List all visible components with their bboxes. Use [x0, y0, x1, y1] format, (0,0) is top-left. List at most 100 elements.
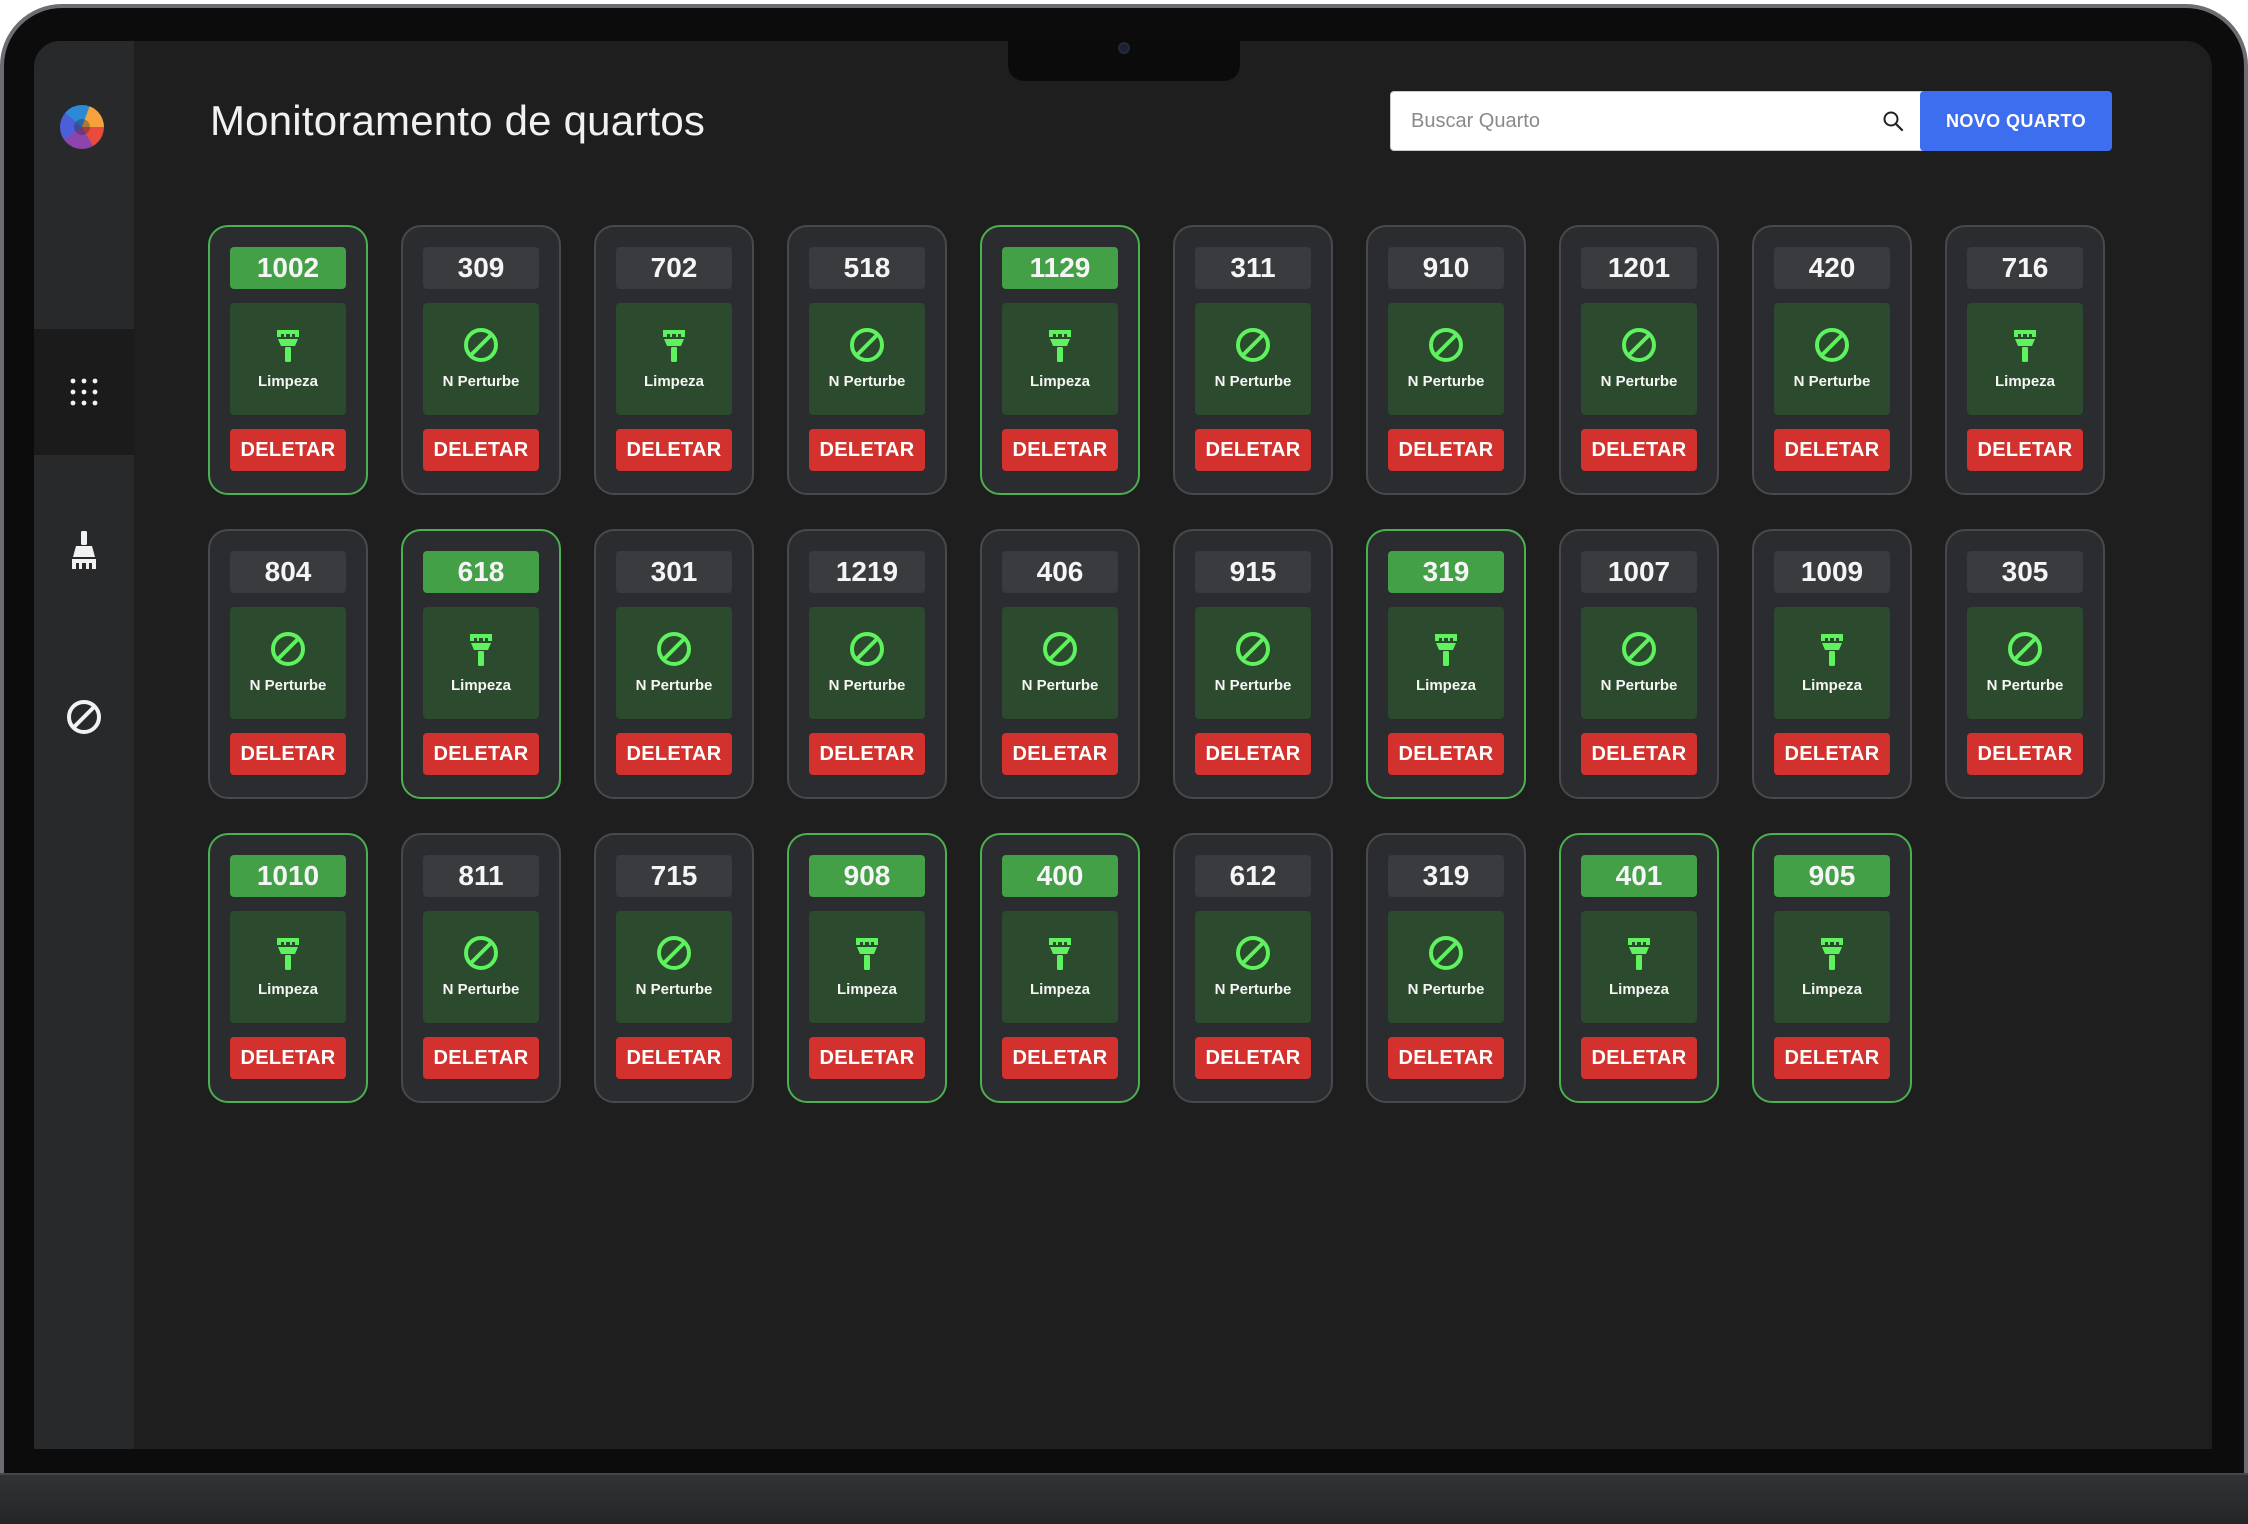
delete-button[interactable]: DELETAR: [809, 1037, 925, 1079]
room-number: 1009: [1774, 551, 1890, 593]
room-card[interactable]: 400 Limpeza DELETAR: [980, 833, 1140, 1103]
room-card[interactable]: 612 N Perturbe DELETAR: [1173, 833, 1333, 1103]
delete-button[interactable]: DELETAR: [230, 429, 346, 471]
room-number: 905: [1774, 855, 1890, 897]
delete-button[interactable]: DELETAR: [1967, 429, 2083, 471]
room-status: Limpeza: [1581, 911, 1697, 1023]
room-number: 401: [1581, 855, 1697, 897]
do-not-disturb-icon: [464, 328, 498, 362]
room-number: 420: [1774, 247, 1890, 289]
delete-button[interactable]: DELETAR: [423, 733, 539, 775]
room-card[interactable]: 305 N Perturbe DELETAR: [1945, 529, 2105, 799]
app-screen: Monitoramento de quartos NOVO QUARTO 100…: [34, 41, 2212, 1449]
status-label: N Perturbe: [828, 373, 906, 390]
search-input[interactable]: [1391, 92, 1861, 150]
room-card[interactable]: 804 N Perturbe DELETAR: [208, 529, 368, 799]
status-label: N Perturbe: [1214, 373, 1292, 390]
delete-button[interactable]: DELETAR: [1195, 1037, 1311, 1079]
room-number: 518: [809, 247, 925, 289]
do-not-disturb-icon: [464, 936, 498, 970]
sidebar-item-rooms[interactable]: [34, 329, 134, 455]
status-label: Limpeza: [1029, 373, 1090, 390]
room-card[interactable]: 702 Limpeza DELETAR: [594, 225, 754, 495]
room-card[interactable]: 301 N Perturbe DELETAR: [594, 529, 754, 799]
page-title: Monitoramento de quartos: [210, 97, 706, 144]
broom-icon: [1049, 938, 1071, 970]
room-card[interactable]: 1010 Limpeza DELETAR: [208, 833, 368, 1103]
do-not-disturb-icon: [850, 328, 884, 362]
room-card[interactable]: 1009 Limpeza DELETAR: [1752, 529, 1912, 799]
broom-icon: [1821, 634, 1843, 666]
room-card[interactable]: 716 Limpeza DELETAR: [1945, 225, 2105, 495]
room-card[interactable]: 1002 Limpeza DELETAR: [208, 225, 368, 495]
delete-button[interactable]: DELETAR: [1002, 733, 1118, 775]
delete-button[interactable]: DELETAR: [1774, 429, 1890, 471]
room-card[interactable]: 1129 Limpeza DELETAR: [980, 225, 1140, 495]
status-label: Limpeza: [836, 981, 897, 998]
broom-icon: [2014, 330, 2036, 362]
delete-button[interactable]: DELETAR: [1967, 733, 2083, 775]
delete-button[interactable]: DELETAR: [423, 429, 539, 471]
delete-button[interactable]: DELETAR: [1774, 733, 1890, 775]
delete-button[interactable]: DELETAR: [1195, 429, 1311, 471]
room-number: 309: [423, 247, 539, 289]
delete-button[interactable]: DELETAR: [616, 733, 732, 775]
room-card[interactable]: 1007 N Perturbe DELETAR: [1559, 529, 1719, 799]
room-card[interactable]: 1201 N Perturbe DELETAR: [1559, 225, 1719, 495]
room-card[interactable]: 406 N Perturbe DELETAR: [980, 529, 1140, 799]
sidebar-item-dnd[interactable]: [34, 677, 134, 757]
delete-button[interactable]: DELETAR: [1388, 733, 1504, 775]
room-card[interactable]: 311 N Perturbe DELETAR: [1173, 225, 1333, 495]
room-card[interactable]: 811 N Perturbe DELETAR: [401, 833, 561, 1103]
status-label: Limpeza: [643, 373, 704, 390]
delete-button[interactable]: DELETAR: [809, 429, 925, 471]
status-label: N Perturbe: [442, 981, 520, 998]
room-card[interactable]: 1219 N Perturbe DELETAR: [787, 529, 947, 799]
search-icon[interactable]: [1881, 109, 1905, 133]
status-label: Limpeza: [1994, 373, 2055, 390]
delete-button[interactable]: DELETAR: [1002, 429, 1118, 471]
delete-button[interactable]: DELETAR: [1581, 733, 1697, 775]
delete-button[interactable]: DELETAR: [1388, 1037, 1504, 1079]
room-status: N Perturbe: [1967, 607, 2083, 719]
room-card[interactable]: 915 N Perturbe DELETAR: [1173, 529, 1333, 799]
delete-button[interactable]: DELETAR: [1195, 733, 1311, 775]
room-card[interactable]: 309 N Perturbe DELETAR: [401, 225, 561, 495]
room-card[interactable]: 319 N Perturbe DELETAR: [1366, 833, 1526, 1103]
room-card[interactable]: 420 N Perturbe DELETAR: [1752, 225, 1912, 495]
delete-button[interactable]: DELETAR: [1581, 429, 1697, 471]
room-card[interactable]: 518 N Perturbe DELETAR: [787, 225, 947, 495]
new-room-button[interactable]: NOVO QUARTO: [1920, 91, 2112, 151]
room-card[interactable]: 401 Limpeza DELETAR: [1559, 833, 1719, 1103]
delete-button[interactable]: DELETAR: [616, 429, 732, 471]
room-number: 715: [616, 855, 732, 897]
room-status: N Perturbe: [1195, 911, 1311, 1023]
room-card[interactable]: 910 N Perturbe DELETAR: [1366, 225, 1526, 495]
room-number: 301: [616, 551, 732, 593]
room-status: N Perturbe: [1774, 303, 1890, 415]
room-card[interactable]: 905 Limpeza DELETAR: [1752, 833, 1912, 1103]
room-card[interactable]: 908 Limpeza DELETAR: [787, 833, 947, 1103]
room-number: 1010: [230, 855, 346, 897]
delete-button[interactable]: DELETAR: [1581, 1037, 1697, 1079]
room-status: Limpeza: [616, 303, 732, 415]
delete-button[interactable]: DELETAR: [230, 733, 346, 775]
delete-button[interactable]: DELETAR: [1388, 429, 1504, 471]
room-card[interactable]: 715 N Perturbe DELETAR: [594, 833, 754, 1103]
room-number: 908: [809, 855, 925, 897]
delete-button[interactable]: DELETAR: [1774, 1037, 1890, 1079]
delete-button[interactable]: DELETAR: [1002, 1037, 1118, 1079]
status-label: N Perturbe: [828, 677, 906, 694]
sidebar-item-cleaning[interactable]: [34, 511, 134, 591]
delete-button[interactable]: DELETAR: [809, 733, 925, 775]
delete-button[interactable]: DELETAR: [423, 1037, 539, 1079]
room-card[interactable]: 618 Limpeza DELETAR: [401, 529, 561, 799]
app-logo-icon[interactable]: [60, 105, 104, 149]
status-label: N Perturbe: [1407, 373, 1485, 390]
room-card[interactable]: 319 Limpeza DELETAR: [1366, 529, 1526, 799]
delete-button[interactable]: DELETAR: [230, 1037, 346, 1079]
do-not-disturb-icon: [1815, 328, 1849, 362]
status-label: Limpeza: [1801, 677, 1862, 694]
delete-button[interactable]: DELETAR: [616, 1037, 732, 1079]
laptop-base: [0, 1473, 2248, 1524]
